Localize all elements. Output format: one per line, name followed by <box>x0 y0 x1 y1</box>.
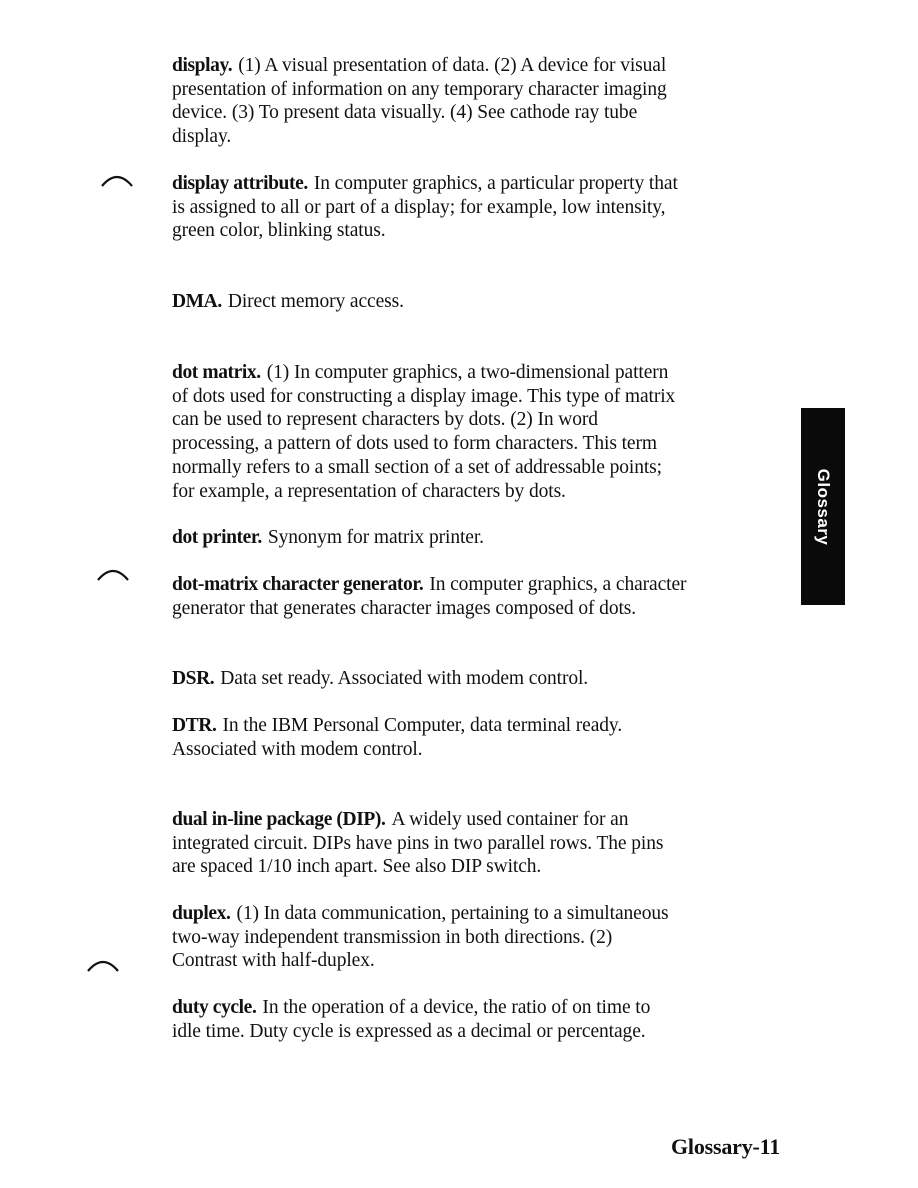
entry-text: can be used to represent characters by d… <box>172 409 598 431</box>
glossary-entry-display-attribute: display attribute. In computer graphics, … <box>172 172 784 243</box>
section-tab-label: Glossary <box>814 468 833 545</box>
binder-hole-mark-icon <box>87 960 119 972</box>
entry-text: normally refers to a small section of a … <box>172 456 662 478</box>
entry-text: are spaced 1/10 inch apart. See also DIP… <box>172 856 542 878</box>
entry-term: display attribute. <box>172 173 308 194</box>
entry-text: In the IBM Personal Computer, data termi… <box>222 715 623 736</box>
entry-term: duty cycle. <box>172 997 257 1018</box>
glossary-entry-dsr: DSR. Data set ready. Associated with mode… <box>172 667 784 691</box>
binder-hole-mark-icon <box>101 175 133 187</box>
entry-text: is assigned to all or part of a display;… <box>172 196 666 218</box>
glossary-entry-display: display. (1) A visual presentation of dat… <box>172 54 784 149</box>
entry-term: DSR. <box>172 668 215 689</box>
entry-text: Synonym for matrix printer. <box>267 527 484 548</box>
glossary-entry-dual-in-line-package: dual in-line package (DIP). A widely used… <box>172 808 784 879</box>
entry-text: idle time. Duty cycle is expressed as a … <box>172 1020 646 1042</box>
entry-term: dot matrix. <box>172 362 261 383</box>
entry-term: dot-matrix character generator. <box>172 574 424 595</box>
entry-text: (1) In data communication, pertaining to… <box>236 903 669 924</box>
entry-text: A widely used container for an <box>391 809 629 830</box>
section-tab: Glossary <box>801 408 845 605</box>
entry-text: In the operation of a device, the ratio … <box>262 997 651 1018</box>
entry-text: of dots used for constructing a display … <box>172 385 676 407</box>
entry-text: green color, blinking status. <box>172 220 386 242</box>
entry-text: device. (3) To present data visually. (4… <box>172 102 638 124</box>
entry-term: duplex. <box>172 903 231 924</box>
binder-hole-mark-icon <box>97 569 129 581</box>
entry-term: dot printer. <box>172 527 262 548</box>
entry-text: presentation of information on any tempo… <box>172 78 667 100</box>
entry-text: integrated circuit. DIPs have pins in tw… <box>172 832 664 854</box>
glossary-entry-dot-matrix: dot matrix. (1) In computer graphics, a t… <box>172 361 784 503</box>
glossary-entry-dot-matrix-character-generator: dot-matrix character generator. In comput… <box>172 573 784 620</box>
glossary-entry-duty-cycle: duty cycle. In the operation of a device,… <box>172 996 784 1043</box>
glossary-entry-dma: DMA. Direct memory access. <box>172 290 784 314</box>
entry-term: DTR. <box>172 715 217 736</box>
entry-text: Associated with modem control. <box>172 738 423 760</box>
glossary-entry-dtr: DTR. In the IBM Personal Computer, data t… <box>172 714 784 761</box>
entry-text: generator that generates character image… <box>172 597 637 619</box>
entry-term: dual in-line package (DIP). <box>172 809 386 830</box>
page-number: Glossary-11 <box>671 1134 781 1159</box>
entry-term: DMA. <box>172 291 222 312</box>
glossary-entry-duplex: duplex. (1) In data communication, pertai… <box>172 902 784 973</box>
entry-text: two-way independent transmission in both… <box>172 926 613 948</box>
entry-term: display. <box>172 55 233 76</box>
entry-text: display. <box>172 126 232 148</box>
entry-text: (1) A visual presentation of data. (2) A… <box>238 55 667 76</box>
entry-text: Contrast with half-duplex. <box>172 950 375 972</box>
entry-text: processing, a pattern of dots used to fo… <box>172 433 657 455</box>
entry-text: In computer graphics, a character <box>429 574 687 595</box>
entry-text: In computer graphics, a particular prope… <box>313 173 678 194</box>
entry-text: Direct memory access. <box>227 291 404 312</box>
entry-text: Data set ready. Associated with modem co… <box>220 668 589 689</box>
entry-text: (1) In computer graphics, a two-dimensio… <box>266 362 669 383</box>
glossary-entry-dot-printer: dot printer. Synonym for matrix printer. <box>172 526 784 550</box>
entry-text: for example, a representation of charact… <box>172 480 566 502</box>
